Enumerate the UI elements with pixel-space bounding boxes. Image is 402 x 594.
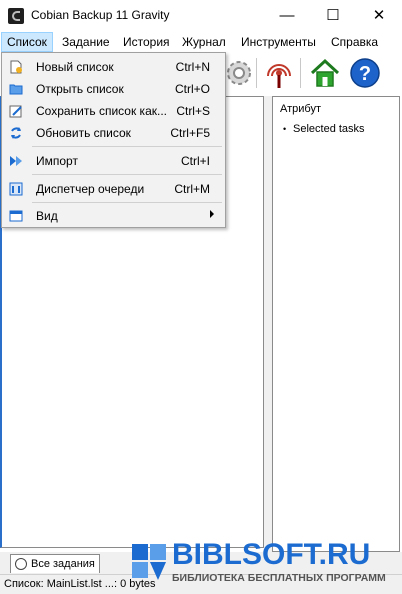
maximize-button[interactable]: ☐ xyxy=(310,0,356,32)
window-title: Cobian Backup 11 Gravity xyxy=(31,8,170,22)
app-icon xyxy=(8,8,24,24)
menu-item-label: Диспетчер очереди xyxy=(36,182,145,196)
menu-help[interactable]: Справка xyxy=(326,32,383,52)
bullet-icon: • xyxy=(283,124,287,134)
view-icon xyxy=(9,210,23,222)
menu-item-shortcut: Ctrl+O xyxy=(174,82,210,96)
list-menu-dropdown: Новый список Ctrl+N Открыть список Ctrl+… xyxy=(1,52,226,228)
close-button[interactable]: ✕ xyxy=(356,0,402,32)
menu-item-label: Открыть список xyxy=(36,82,124,96)
menu-item-save-as[interactable]: Сохранить список как... Ctrl+S xyxy=(4,100,223,122)
refresh-icon xyxy=(11,127,21,139)
minimize-button[interactable]: — xyxy=(264,0,310,32)
watermark-title: BIBLSOFT.RU xyxy=(172,538,371,571)
menu-history[interactable]: История xyxy=(118,32,175,52)
attributes-header: Атрибут xyxy=(280,103,321,115)
attribute-row[interactable]: • Selected tasks xyxy=(283,123,365,135)
toolbar-separator xyxy=(300,58,301,88)
tab-label: Все задания xyxy=(31,558,95,570)
import-icon xyxy=(10,156,22,166)
menu-log[interactable]: Журнал xyxy=(177,32,231,52)
menu-item-shortcut: Ctrl+I xyxy=(180,154,210,168)
menu-item-label: Импорт xyxy=(36,154,78,168)
menu-list[interactable]: Список xyxy=(1,32,53,52)
menu-tools[interactable]: Инструменты xyxy=(236,32,321,52)
menu-item-label: Обновить список xyxy=(36,126,131,140)
menu-separator xyxy=(32,174,222,175)
svg-text:?: ? xyxy=(359,63,371,85)
menu-item-queue-manager[interactable]: Диспетчер очереди Ctrl+M xyxy=(4,178,223,200)
title-bar: Cobian Backup 11 Gravity — ☐ ✕ xyxy=(0,0,402,32)
menu-bar: Список Задание История Журнал Инструмент… xyxy=(0,32,402,52)
menu-separator xyxy=(32,146,222,147)
save-as-icon xyxy=(9,105,22,118)
queue-manager-icon xyxy=(9,182,23,196)
menu-item-open-list[interactable]: Открыть список Ctrl+O xyxy=(4,78,223,100)
clock-icon xyxy=(15,558,27,570)
menu-item-shortcut: Ctrl+M xyxy=(174,182,210,196)
menu-item-refresh-list[interactable]: Обновить список Ctrl+F5 xyxy=(4,122,223,144)
antenna-icon[interactable] xyxy=(262,56,296,90)
tab-all-tasks[interactable]: Все задания xyxy=(10,554,100,573)
watermark-subtitle: БИБЛИОТЕКА БЕСПЛАТНЫХ ПРОГРАММ xyxy=(172,572,386,584)
menu-item-import[interactable]: Импорт Ctrl+I xyxy=(4,150,223,172)
home-icon[interactable] xyxy=(308,56,342,90)
attribute-label: Selected tasks xyxy=(293,123,365,135)
attributes-pane: Атрибут • Selected tasks xyxy=(272,96,400,552)
biblsoft-logo-icon xyxy=(132,544,166,580)
pane-splitter[interactable] xyxy=(264,96,272,552)
menu-item-new-list[interactable]: Новый список Ctrl+N xyxy=(4,56,223,78)
menu-item-label: Вид xyxy=(36,209,58,223)
settings-gear-icon[interactable] xyxy=(222,56,256,90)
menu-item-shortcut: Ctrl+S xyxy=(176,104,210,118)
menu-item-shortcut: Ctrl+F5 xyxy=(170,126,210,140)
menu-item-label: Сохранить список как... xyxy=(36,104,167,118)
new-list-icon xyxy=(10,60,22,74)
menu-item-shortcut: Ctrl+N xyxy=(175,60,210,74)
menu-separator xyxy=(32,202,222,203)
menu-task[interactable]: Задание xyxy=(57,32,115,52)
menu-item-label: Новый список xyxy=(36,60,114,74)
submenu-arrow-icon xyxy=(210,210,214,218)
toolbar-separator xyxy=(256,58,257,88)
open-folder-icon xyxy=(9,84,23,95)
menu-item-view[interactable]: Вид xyxy=(4,205,223,227)
help-icon[interactable]: ? xyxy=(348,56,382,90)
